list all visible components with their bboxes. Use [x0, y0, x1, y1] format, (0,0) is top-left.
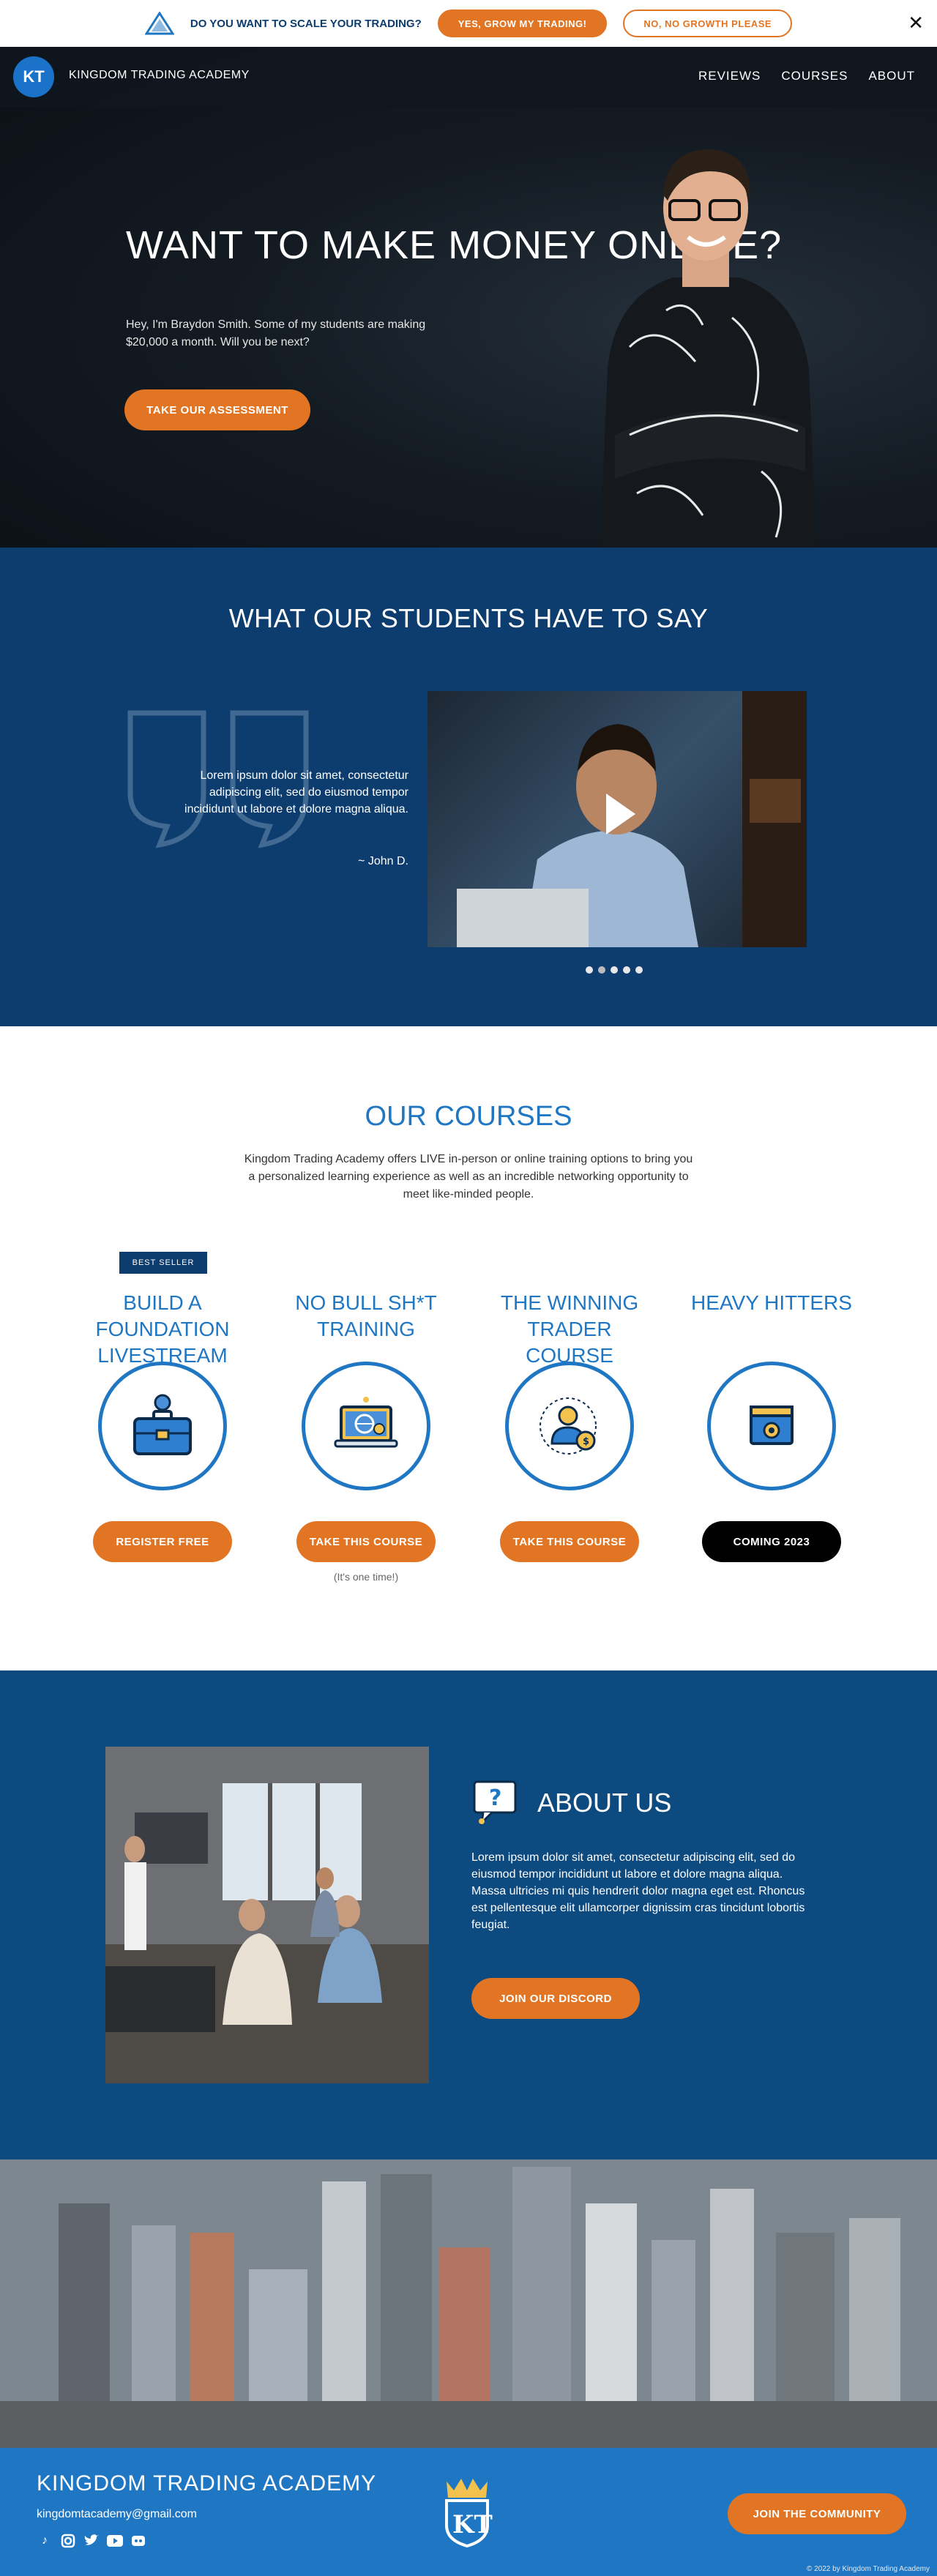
yes-grow-button[interactable]: YES, GROW MY TRADING! [437, 10, 608, 37]
course-title: HEAVY HITTERS [691, 1291, 852, 1314]
courses-section: OUR COURSES Kingdom Trading Academy offe… [0, 1026, 937, 1670]
about-title: ABOUT US [537, 1788, 672, 1818]
footer: KINGDOM TRADING ACADEMY kingdomtacademy@… [0, 2448, 937, 2576]
course-icon-ring [707, 1362, 836, 1490]
classroom-photo [105, 1747, 429, 2083]
brand-name[interactable]: KINGDOM TRADING ACADEMY [69, 69, 250, 82]
nav-link-reviews[interactable]: REVIEWS [698, 69, 761, 83]
carousel-dot[interactable] [635, 966, 643, 974]
social-links: ♪ [37, 2533, 146, 2549]
courses-title: OUR COURSES [365, 1101, 572, 1132]
course-note: (It's one time!) [333, 1571, 399, 1583]
course-title: BUILD A FOUNDATION LIVESTREAM [95, 1291, 230, 1367]
best-seller-badge: BEST SELLER [119, 1252, 207, 1274]
carousel-dot[interactable] [598, 966, 605, 974]
main-nav: KT KINGDOM TRADING ACADEMY REVIEWS COURS… [0, 47, 937, 107]
svg-text:$: $ [583, 1436, 589, 1447]
laptop-globe-icon [334, 1397, 398, 1448]
course-icon-ring [98, 1362, 227, 1490]
announcement-bar: DO YOU WANT TO SCALE YOUR TRADING? YES, … [0, 0, 937, 47]
course-icon-ring [302, 1362, 430, 1490]
briefcase-icon [133, 1394, 192, 1455]
course-title: NO BULL SH*T TRAINING [295, 1291, 437, 1340]
testimonials-section: WHAT OUR STUDENTS HAVE TO SAY Lorem ipsu… [0, 548, 937, 1026]
hero-section: KT KINGDOM TRADING ACADEMY REVIEWS COURS… [0, 47, 937, 548]
gear-window-icon [750, 1405, 794, 1445]
take-course-button[interactable]: TAKE THIS COURSE [296, 1521, 436, 1562]
course-card: HEAVY HITTERS COMING 2023 [684, 1290, 859, 1562]
hero-subtitle: Hey, I'm Braydon Smith. Some of my stude… [126, 318, 426, 348]
testimonial-author: ~ John D. [358, 855, 408, 867]
close-icon[interactable]: ✕ [908, 12, 924, 34]
testimonials-title: WHAT OUR STUDENTS HAVE TO SAY [228, 603, 709, 633]
carousel-dot[interactable] [586, 966, 593, 974]
courses-intro: Kingdom Trading Academy offers LIVE in-p… [244, 1153, 693, 1201]
carousel-dots [586, 966, 643, 974]
footer-email[interactable]: kingdomtacademy@gmail.com [37, 2508, 197, 2521]
testimonial-video[interactable] [428, 691, 807, 947]
hero-portrait-image [600, 149, 816, 548]
carousel-dot[interactable] [623, 966, 630, 974]
take-course-button[interactable]: TAKE THIS COURSE [500, 1521, 639, 1562]
carousel-dot[interactable] [611, 966, 618, 974]
join-community-button[interactable]: JOIN THE COMMUNITY [728, 2493, 906, 2534]
svg-text:KT: KT [452, 2510, 493, 2539]
tiktok-icon[interactable]: ♪ [37, 2533, 53, 2549]
copyright: © 2022 by Kingdom Trading Academy [806, 2565, 930, 2573]
classroom-image [105, 1747, 429, 2083]
youtube-icon[interactable] [107, 2533, 123, 2549]
join-discord-button[interactable]: JOIN OUR DISCORD [471, 1978, 640, 2019]
nav-link-about[interactable]: ABOUT [868, 69, 915, 83]
triangle-logo-icon [144, 12, 174, 35]
course-icon-ring: $ [505, 1362, 634, 1490]
no-growth-button[interactable]: NO, NO GROWTH PLEASE [623, 10, 793, 37]
question-chat-icon: ? [473, 1780, 517, 1826]
course-card: THE WINNING TRADER COURSE $ TAKE THIS CO… [482, 1290, 657, 1562]
announcement-question: DO YOU WANT TO SCALE YOUR TRADING? [190, 17, 422, 30]
take-assessment-button[interactable]: TAKE OUR ASSESSMENT [124, 389, 310, 430]
twitter-icon[interactable] [83, 2533, 100, 2549]
nav-link-courses[interactable]: COURSES [781, 69, 848, 83]
course-card: BUILD A FOUNDATION LIVESTREAM REGISTER F… [75, 1290, 250, 1562]
testimonial-quote: Lorem ipsum dolor sit amet, consectetur … [184, 769, 408, 815]
course-title: THE WINNING TRADER COURSE [500, 1291, 639, 1367]
register-free-button[interactable]: REGISTER FREE [93, 1521, 232, 1562]
footer-brand: KINGDOM TRADING ACADEMY [37, 2471, 377, 2495]
about-body: Lorem ipsum dolor sit amet, consectetur … [471, 1851, 805, 1931]
instagram-icon[interactable] [60, 2533, 76, 2549]
kt-crest-logo: KT [445, 2479, 493, 2547]
skyline-image [0, 2159, 937, 2448]
play-icon[interactable] [606, 794, 635, 835]
svg-text:?: ? [489, 1785, 501, 1811]
logo-badge[interactable]: KT [13, 56, 54, 97]
course-card: NO BULL SH*T TRAINING TAKE THIS COURSE (… [278, 1290, 454, 1583]
coming-2023-button[interactable]: COMING 2023 [702, 1521, 841, 1562]
discord-icon[interactable] [130, 2533, 146, 2549]
city-skyline-image [0, 2159, 937, 2448]
trader-icon: $ [540, 1397, 597, 1455]
about-section: ? ABOUT US Lorem ipsum dolor sit amet, c… [0, 1670, 937, 2159]
nav-links: REVIEWS COURSES ABOUT [698, 69, 915, 83]
